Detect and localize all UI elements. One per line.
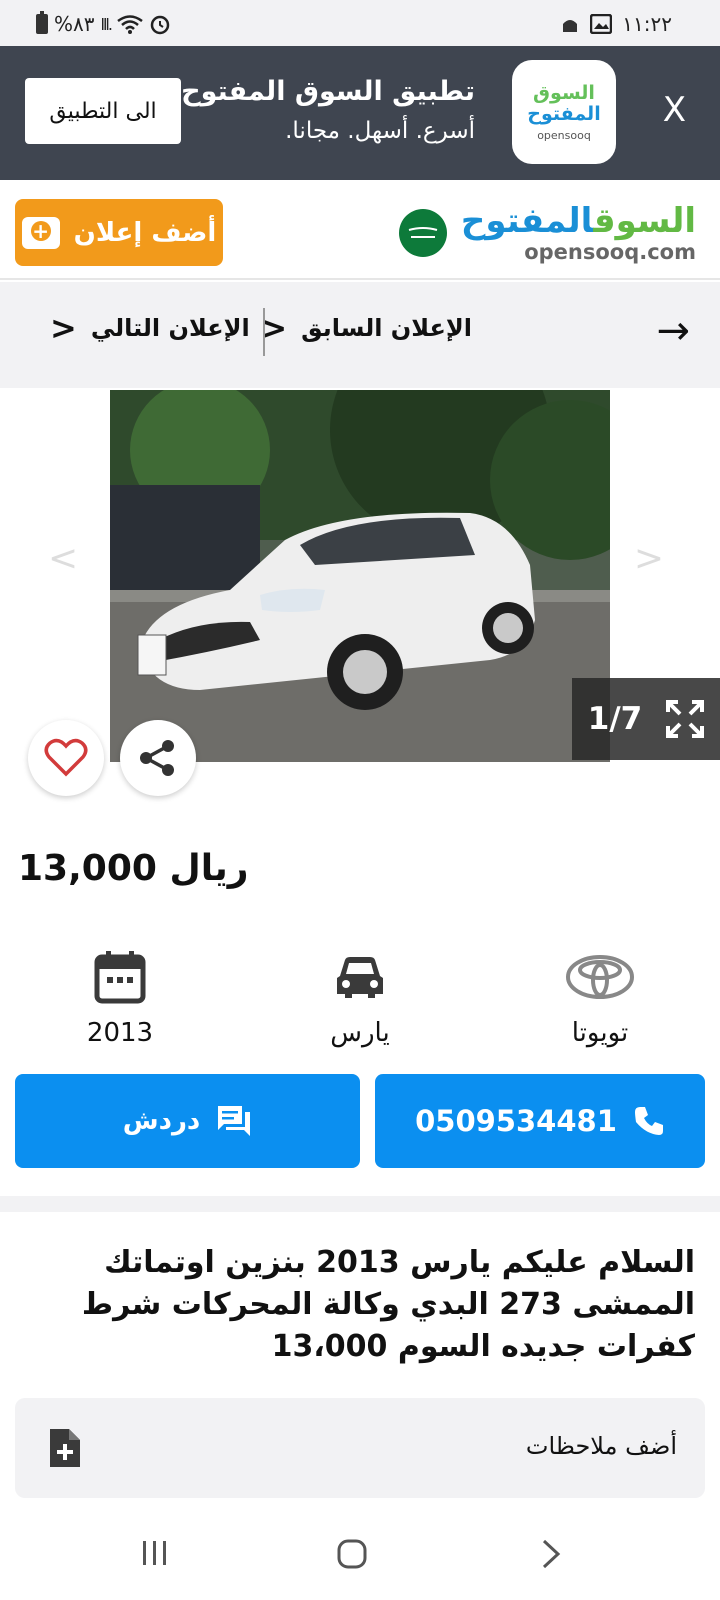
- brand-word-blue: المفتوح: [460, 201, 594, 241]
- saudi-flag-icon[interactable]: [398, 209, 447, 257]
- previous-ad-link[interactable]: الإعلان السابق <: [260, 312, 472, 344]
- flag-emblem-icon: [408, 227, 438, 238]
- car-photo[interactable]: [110, 390, 610, 762]
- post-ad-label: أضف إعلان: [73, 217, 217, 248]
- status-bar: %٨٣ lll. ١١:٢٢: [0, 0, 720, 46]
- car-icon: [337, 957, 383, 998]
- mosque-icon: [563, 20, 578, 32]
- wifi-icon: [117, 15, 143, 34]
- chat-icon: [218, 1106, 251, 1136]
- post-ad-button[interactable]: أضف إعلان: [15, 199, 223, 266]
- app-logo: السوق المفتوح opensooq: [512, 60, 616, 164]
- back-arrow-icon[interactable]: →: [656, 308, 690, 354]
- calendar-icon: [94, 951, 146, 1004]
- camera-add-icon: [21, 216, 60, 249]
- gallery-icon: [590, 14, 613, 34]
- brand-english: opensooq.com: [524, 240, 696, 264]
- alarm-icon: [150, 15, 170, 35]
- share-button[interactable]: [120, 720, 196, 796]
- section-divider: [0, 1196, 720, 1212]
- status-right: ١١:٢٢: [560, 12, 672, 36]
- chevron-left-icon: <: [50, 309, 77, 347]
- photo-counter-text: 1/7: [587, 701, 643, 737]
- phone-number: 0509534481: [415, 1104, 617, 1138]
- spec-make: تويوتا: [520, 948, 680, 1048]
- previous-ad-label: الإعلان السابق: [301, 314, 472, 342]
- status-left: %٨٣ lll.: [36, 11, 171, 36]
- add-notes-label: أضف ملاحظات: [525, 1432, 677, 1460]
- spec-model-value: يارس: [330, 1018, 390, 1048]
- next-ad-label: الإعلان التالي: [90, 314, 250, 342]
- next-ad-link[interactable]: الإعلان التالي <: [50, 309, 250, 347]
- chat-button[interactable]: دردش: [15, 1074, 360, 1168]
- spec-make-value: تويوتا: [571, 1018, 629, 1048]
- home-icon[interactable]: [336, 1538, 368, 1570]
- app-logo-line1: السوق: [533, 81, 595, 104]
- app-logo-line3: opensooq: [537, 128, 591, 142]
- gallery-next-arrow-icon[interactable]: >: [634, 538, 664, 579]
- photo-counter[interactable]: 1/7: [572, 678, 720, 760]
- heart-icon: [44, 738, 88, 777]
- toyota-logo-icon: [566, 955, 634, 999]
- brand-word-green: السوق: [593, 201, 696, 241]
- phone-icon: [634, 1107, 663, 1135]
- battery-percent: %٨٣: [54, 12, 95, 36]
- back-icon[interactable]: [540, 1538, 562, 1570]
- close-banner-button[interactable]: X: [663, 90, 686, 130]
- chat-label: دردش: [122, 1106, 201, 1136]
- listing-description: السلام عليكم يارس 2013 بنزين اوتماتك الم…: [81, 1245, 695, 1364]
- clock: ١١:٢٢: [622, 12, 672, 36]
- battery-icon: [36, 11, 48, 34]
- car-photo-drawing: [110, 390, 610, 762]
- recent-apps-icon[interactable]: [140, 1538, 170, 1568]
- site-header: أضف إعلان السوقالمفتوح opensooq.com: [0, 184, 720, 280]
- signal-icon: lll.: [100, 14, 114, 34]
- app-install-banner: الى التطبيق تطبيق السوق المفتوح أسرع. أس…: [0, 46, 720, 180]
- fullscreen-icon: [666, 700, 705, 738]
- app-logo-line2: المفتوح: [527, 102, 601, 125]
- banner-subtitle: أسرع. أسهل. مجانا.: [285, 118, 475, 144]
- nav-separator: [263, 308, 265, 356]
- favorite-button[interactable]: [28, 720, 104, 796]
- ad-navigation: → الإعلان السابق < الإعلان التالي <: [0, 282, 720, 388]
- photo-gallery: < > 1/7: [0, 388, 720, 768]
- price-currency: ريال: [169, 848, 249, 889]
- price: ريال 13,000: [18, 848, 248, 889]
- add-note-icon: [50, 1429, 80, 1467]
- system-navigation-bar: [0, 1510, 720, 1600]
- price-value: 13,000: [18, 848, 157, 889]
- banner-title: تطبيق السوق المفتوح: [181, 76, 475, 107]
- share-icon: [140, 740, 174, 776]
- gallery-prev-arrow-icon[interactable]: <: [48, 538, 78, 579]
- add-notes-button[interactable]: أضف ملاحظات: [15, 1398, 705, 1498]
- brand-arabic: السوقالمفتوح: [461, 202, 696, 240]
- spec-year: 2013: [40, 948, 200, 1048]
- open-app-button[interactable]: الى التطبيق: [25, 78, 181, 144]
- call-button[interactable]: 0509534481: [375, 1074, 705, 1168]
- site-logo[interactable]: السوقالمفتوح opensooq.com: [398, 202, 696, 264]
- brand-text: السوقالمفتوح opensooq.com: [461, 202, 696, 264]
- spec-year-value: 2013: [86, 1018, 154, 1048]
- spec-model: يارس: [280, 948, 440, 1048]
